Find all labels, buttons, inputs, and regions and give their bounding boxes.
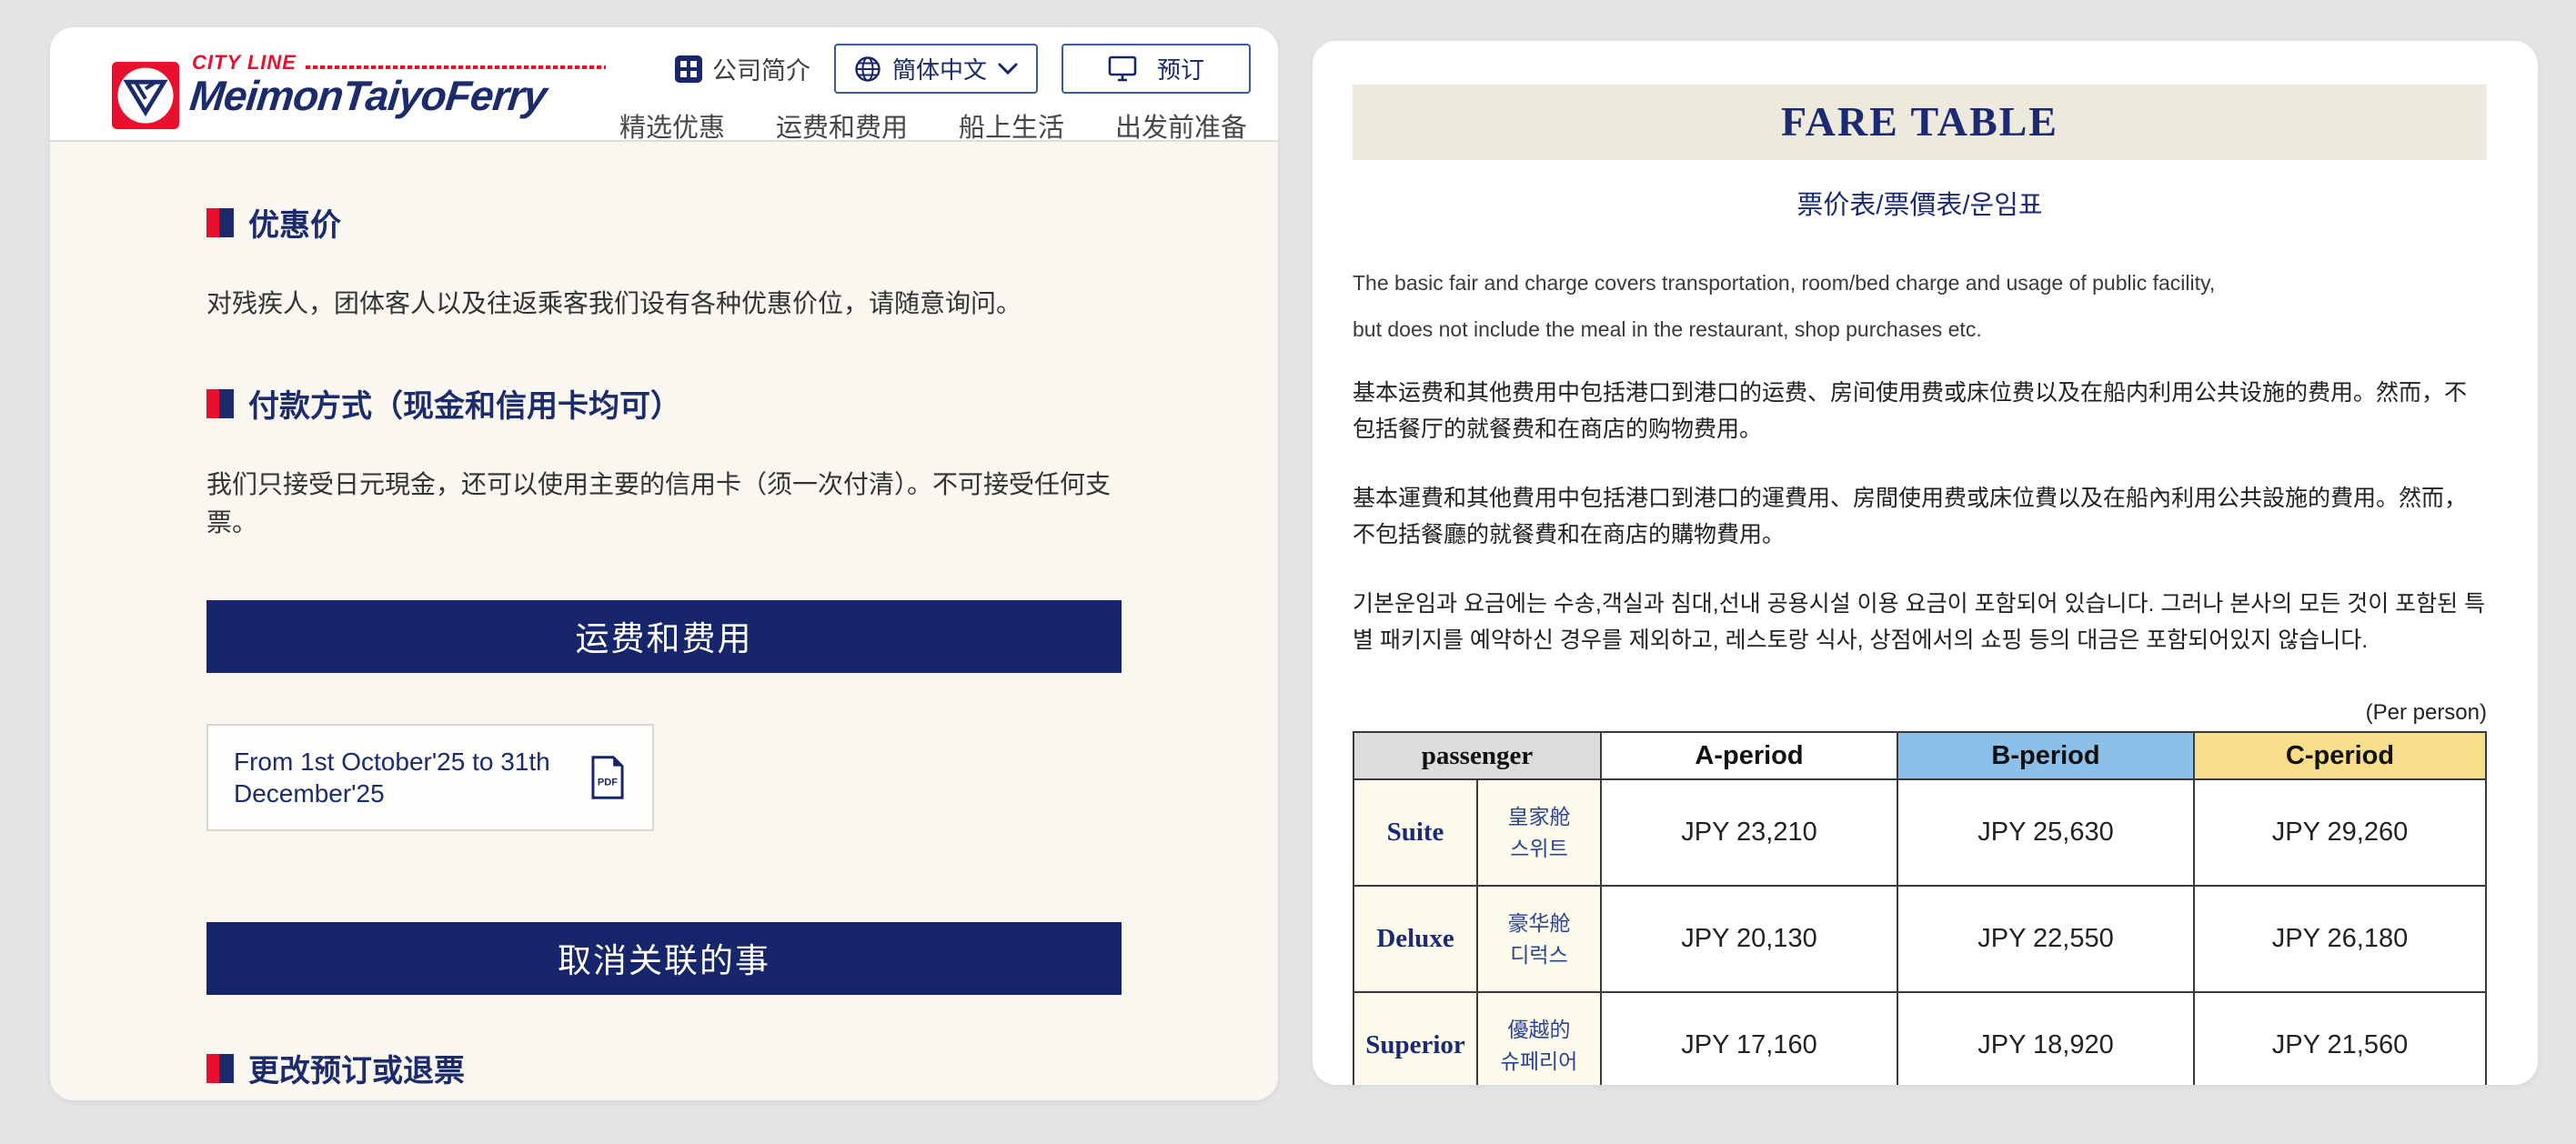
cell-a-period-fare: JPY 17,160	[1601, 992, 1897, 1085]
site-header: CITY LINE MeimonTaiyoFerry	[50, 27, 1278, 142]
svg-text:PDF: PDF	[598, 778, 618, 788]
booking-label: 预订	[1157, 52, 1204, 85]
intro-zh-tw: 基本運費和其他費用中包括港口到港口的運費用、房間使用费或床位費以及在船內利用公共…	[1353, 480, 2487, 553]
cell-class-name: Superior	[1353, 992, 1477, 1085]
main-nav: 精选优惠 运费和费用 船上生活 出发前准备	[619, 106, 1251, 145]
fare-table-subtitle: 票价表/票價表/운임표	[1353, 184, 2487, 222]
cell-c-period-fare: JPY 29,260	[2194, 779, 2486, 886]
nav-company-link[interactable]: 公司简介	[674, 51, 810, 86]
intro-en-line: but does not include the meal in the res…	[1353, 317, 2487, 342]
fare-table-row: Deluxe豪华舱 디럭스JPY 20,130JPY 22,550JPY 26,…	[1353, 886, 2486, 992]
discount-section-heading: 优惠价	[206, 200, 1122, 245]
fares-banner: 运费和费用	[206, 600, 1122, 673]
intro-ko: 기본운임과 요금에는 수송,객실과 침대,선내 공용시설 이용 요금이 포함되어…	[1353, 586, 2487, 658]
grid-icon	[674, 55, 703, 84]
cell-class-name-cjk: 優越的 슈페리어	[1477, 992, 1601, 1085]
payment-body: 我们只接受日元現金，还可以使用主要的信用卡（须一次付清）。不可接受任何支票。	[206, 466, 1122, 542]
fare-table-title: FARE TABLE	[1781, 98, 2058, 145]
fare-pdf-link[interactable]: From 1st October'25 to 31th December'25 …	[206, 724, 654, 831]
discount-body: 对残疾人，团体客人以及往返乘客我们设有各种优惠价位，请随意询问。	[206, 285, 1122, 323]
utility-nav: 公司简介 簡体中文	[674, 44, 1251, 94]
globe-icon	[854, 55, 881, 83]
fare-table-header-row: passenger A-period B-period C-period	[1353, 732, 2486, 779]
heading-marker-icon	[206, 1054, 234, 1083]
fare-table: passenger A-period B-period C-period Sui…	[1353, 731, 2487, 1085]
booking-button[interactable]: 预订	[1062, 44, 1251, 94]
left-page-panel: CITY LINE MeimonTaiyoFerry	[50, 27, 1278, 1100]
cell-class-name-cjk: 皇家舱 스위트	[1477, 779, 1601, 886]
discount-title: 优惠价	[248, 200, 341, 245]
chevron-down-icon	[998, 63, 1018, 75]
heading-marker-icon	[206, 208, 234, 237]
cell-c-period-fare: JPY 26,180	[2194, 886, 2486, 992]
cancel-banner: 取消关联的事	[206, 922, 1122, 995]
nav-item-fares[interactable]: 运费和费用	[776, 106, 908, 145]
cell-a-period-fare: JPY 20,130	[1601, 886, 1897, 992]
cell-class-name-cjk: 豪华舱 디럭스	[1477, 886, 1601, 992]
language-selector[interactable]: 簡体中文	[834, 44, 1038, 94]
payment-section-heading: 付款方式（现金和信用卡均可）	[206, 381, 1122, 426]
fare-table-row: Superior優越的 슈페리어JPY 17,160JPY 18,920JPY …	[1353, 992, 2486, 1085]
nav-item-deals[interactable]: 精选优惠	[619, 106, 725, 145]
header-b-period: B-period	[1897, 732, 2194, 779]
fare-table-panel: FARE TABLE 票价表/票價表/운임표 The basic fair an…	[1313, 41, 2538, 1085]
fare-pdf-label: From 1st October'25 to 31th December'25	[234, 746, 550, 809]
cell-class-name: Deluxe	[1353, 886, 1477, 992]
header-c-period: C-period	[2194, 732, 2486, 779]
header-a-period: A-period	[1601, 732, 1897, 779]
intro-zh-cn: 基本运费和其他费用中包括港口到港口的运费、房间使用费或床位费以及在船内利用公共设…	[1353, 375, 2487, 447]
logo[interactable]: CITY LINE MeimonTaiyoFerry	[112, 51, 606, 129]
nav-company-label: 公司简介	[712, 51, 810, 86]
fare-table-row: Suite皇家舱 스위트JPY 23,210JPY 25,630JPY 29,2…	[1353, 779, 2486, 886]
header-passenger: passenger	[1353, 732, 1601, 779]
cell-b-period-fare: JPY 25,630	[1897, 779, 2194, 886]
heading-marker-icon	[206, 389, 234, 418]
pdf-file-icon: PDF	[589, 755, 627, 800]
cell-c-period-fare: JPY 21,560	[2194, 992, 2486, 1085]
logo-brand-text: MeimonTaiyoFerry	[187, 71, 548, 120]
nav-item-onboard[interactable]: 船上生活	[959, 106, 1064, 145]
cell-b-period-fare: JPY 18,920	[1897, 992, 2194, 1085]
change-section-heading: 更改预订或退票	[206, 1046, 1122, 1090]
cell-b-period-fare: JPY 22,550	[1897, 886, 2194, 992]
cell-a-period-fare: JPY 23,210	[1601, 779, 1897, 886]
left-page-content: 优惠价 对残疾人，团体客人以及往返乘客我们设有各种优惠价位，请随意询问。 付款方…	[50, 142, 1278, 1100]
per-person-note: (Per person)	[1353, 700, 2487, 726]
fare-table-body: Suite皇家舱 스위트JPY 23,210JPY 25,630JPY 29,2…	[1353, 779, 2486, 1085]
cell-class-name: Suite	[1353, 779, 1477, 886]
payment-title: 付款方式（现金和信用卡均可）	[248, 381, 681, 426]
intro-en-line: The basic fair and charge covers transpo…	[1353, 271, 2487, 296]
fare-table-heading-band: FARE TABLE	[1353, 85, 2487, 160]
nav-item-predeparture[interactable]: 出发前准备	[1115, 106, 1247, 145]
change-title: 更改预订或退票	[248, 1046, 465, 1090]
monitor-icon	[1108, 55, 1137, 83]
ferry-logo-icon	[112, 62, 179, 129]
language-label: 簡体中文	[892, 52, 987, 85]
